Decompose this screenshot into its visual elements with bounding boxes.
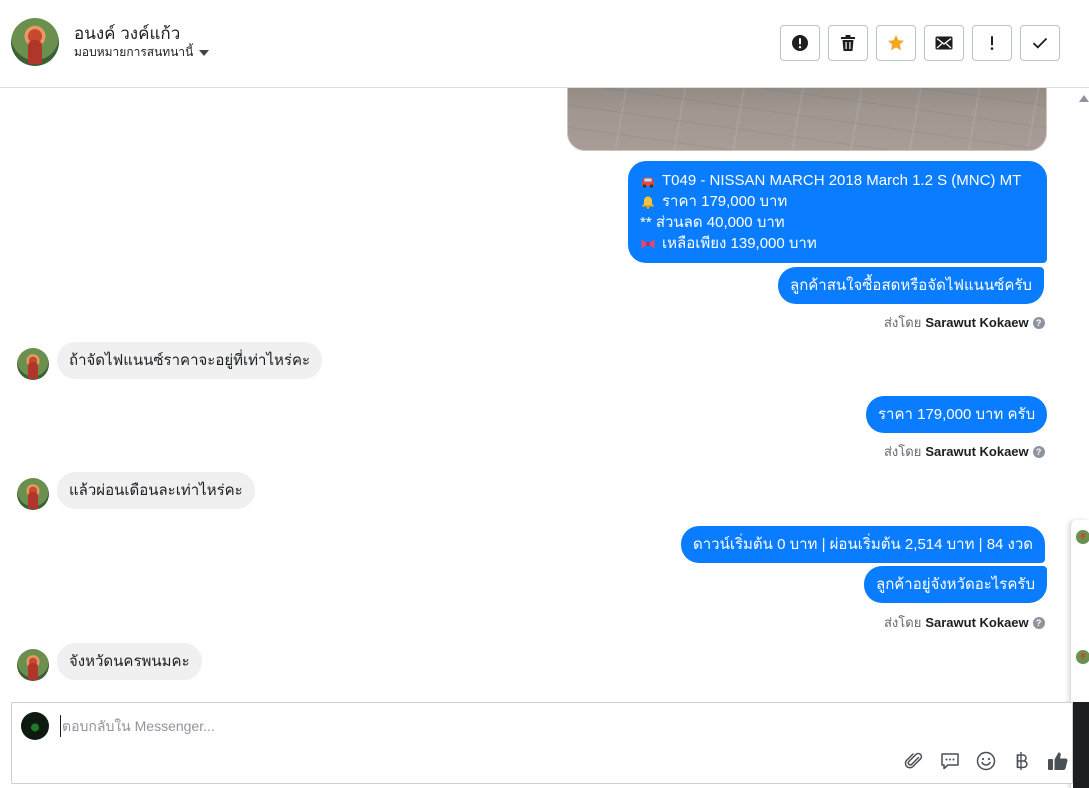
assign-label: มอบหมายการสนทนานี้ — [74, 45, 194, 59]
caret-down-icon — [199, 50, 210, 56]
edge-avatar[interactable] — [1076, 650, 1089, 664]
sent-by-info: ส่งโดย Sarawut Kokaew ? — [884, 441, 1045, 462]
message-text: ถ้าจัดไฟแนนซ์ราคาจะอยู่ที่เท่าไหร่คะ — [69, 352, 311, 369]
follow-up-button[interactable] — [972, 25, 1012, 61]
car-title-line: T049 - NISSAN MARCH 2018 March 1.2 S (MN… — [640, 170, 1035, 191]
edge-avatar[interactable] — [1076, 530, 1089, 544]
sent-by-info: ส่งโดย Sarawut Kokaew ? — [884, 312, 1045, 333]
message-text: ดาวน์เริ่มต้น 0 บาท | ผ่อนเริ่มต้น 2,514… — [693, 536, 1034, 553]
message-text: แล้วผ่อนเดือนละเท่าไหร่คะ — [69, 482, 243, 499]
saved-replies-icon — [941, 753, 959, 770]
assign-conversation-dropdown[interactable]: มอบหมายการสนทนานี้ — [74, 43, 210, 62]
incoming-message[interactable]: แล้วผ่อนเดือนละเท่าไหร่คะ — [57, 472, 255, 509]
contact-avatar-small[interactable] — [17, 649, 49, 681]
mark-done-button[interactable] — [1020, 25, 1060, 61]
outgoing-message[interactable]: ลูกค้าอยู่จังหวัดอะไรครับ — [864, 566, 1047, 603]
message-text: จังหวัดนครพนมคะ — [69, 653, 190, 670]
outgoing-message[interactable]: ลูกค้าสนใจซื้อสดหรือจัดไฟแนนซ์ครับ — [778, 267, 1044, 304]
incoming-message[interactable]: จังหวัดนครพนมคะ — [57, 643, 202, 680]
incoming-message[interactable]: ถ้าจัดไฟแนนซ์ราคาจะอยู่ที่เท่าไหร่คะ — [57, 342, 323, 379]
contact-avatar-small[interactable] — [17, 348, 49, 380]
car-discount-line: ** ส่วนลด 40,000 บาท — [640, 212, 1035, 233]
emoji-button[interactable] — [974, 749, 998, 773]
envelope-icon — [935, 36, 953, 50]
message-text: ลูกค้าสนใจซื้อสดหรือจัดไฟแนนซ์ครับ — [790, 277, 1032, 294]
star-button[interactable] — [876, 25, 916, 61]
reply-input[interactable] — [60, 715, 760, 737]
like-button[interactable] — [1046, 749, 1070, 773]
checkmark-icon — [1032, 37, 1048, 49]
car-final-price: เหลือเพียง 139,000 บาท — [662, 235, 817, 252]
delete-button[interactable] — [828, 25, 868, 61]
mark-unread-button[interactable] — [924, 25, 964, 61]
photo-message[interactable] — [567, 88, 1047, 151]
agent-name[interactable]: Sarawut Kokaew — [925, 315, 1028, 330]
car-discount: ** ส่วนลด 40,000 บาท — [640, 214, 785, 231]
agent-name[interactable]: Sarawut Kokaew — [925, 615, 1028, 630]
exclamation-icon — [990, 36, 994, 50]
alert-circle-icon — [792, 35, 808, 51]
payment-button[interactable] — [1010, 749, 1034, 773]
sent-by-label: ส่งโดย — [884, 444, 922, 459]
baht-icon — [1016, 752, 1028, 770]
car-info-message[interactable]: T049 - NISSAN MARCH 2018 March 1.2 S (MN… — [628, 161, 1047, 263]
composer-toolbar — [902, 749, 1070, 773]
help-icon[interactable]: ? — [1032, 616, 1045, 629]
message-text: ลูกค้าอยู่จังหวัดอะไรครับ — [876, 576, 1035, 593]
agent-name[interactable]: Sarawut Kokaew — [925, 444, 1028, 459]
message-thread[interactable]: T049 - NISSAN MARCH 2018 March 1.2 S (MN… — [0, 88, 1070, 700]
page-avatar — [21, 712, 49, 740]
outgoing-message[interactable]: ราคา 179,000 บาท ครับ — [866, 396, 1048, 433]
ribbon-icon — [641, 239, 655, 248]
help-icon[interactable]: ? — [1032, 445, 1045, 458]
outgoing-message[interactable]: ดาวน์เริ่มต้น 0 บาท | ผ่อนเริ่มต้น 2,514… — [681, 526, 1046, 563]
sent-by-label: ส่งโดย — [884, 315, 922, 330]
trash-icon — [841, 35, 855, 51]
scroll-up-icon[interactable] — [1079, 95, 1089, 102]
saved-replies-button[interactable] — [938, 749, 962, 773]
contact-avatar[interactable] — [11, 18, 59, 66]
paperclip-icon — [904, 752, 923, 769]
car-icon — [642, 177, 654, 188]
side-panel-dark-strip — [1073, 702, 1089, 788]
car-price: ราคา 179,000 บาท — [662, 193, 788, 210]
thumbs-up-icon — [1048, 752, 1068, 770]
mark-spam-button[interactable] — [780, 25, 820, 61]
help-icon[interactable]: ? — [1032, 316, 1045, 329]
car-final-price-line: เหลือเพียง 139,000 บาท — [640, 233, 1035, 254]
conversation-toolbar — [780, 25, 1060, 61]
car-title: T049 - NISSAN MARCH 2018 March 1.2 S (MN… — [662, 172, 1022, 189]
attach-button[interactable] — [902, 749, 926, 773]
conversation-header: อนงค์ วงค์แก้ว มอบหมายการสนทนานี้ — [0, 0, 1089, 88]
sent-by-info: ส่งโดย Sarawut Kokaew ? — [884, 612, 1045, 633]
reply-composer — [11, 702, 1073, 784]
emoji-icon — [976, 751, 996, 771]
bell-icon — [642, 196, 654, 209]
car-price-line: ราคา 179,000 บาท — [640, 191, 1035, 212]
star-icon — [888, 35, 904, 51]
sent-by-label: ส่งโดย — [884, 615, 922, 630]
message-text: ราคา 179,000 บาท ครับ — [878, 406, 1036, 423]
contact-avatar-small[interactable] — [17, 478, 49, 510]
